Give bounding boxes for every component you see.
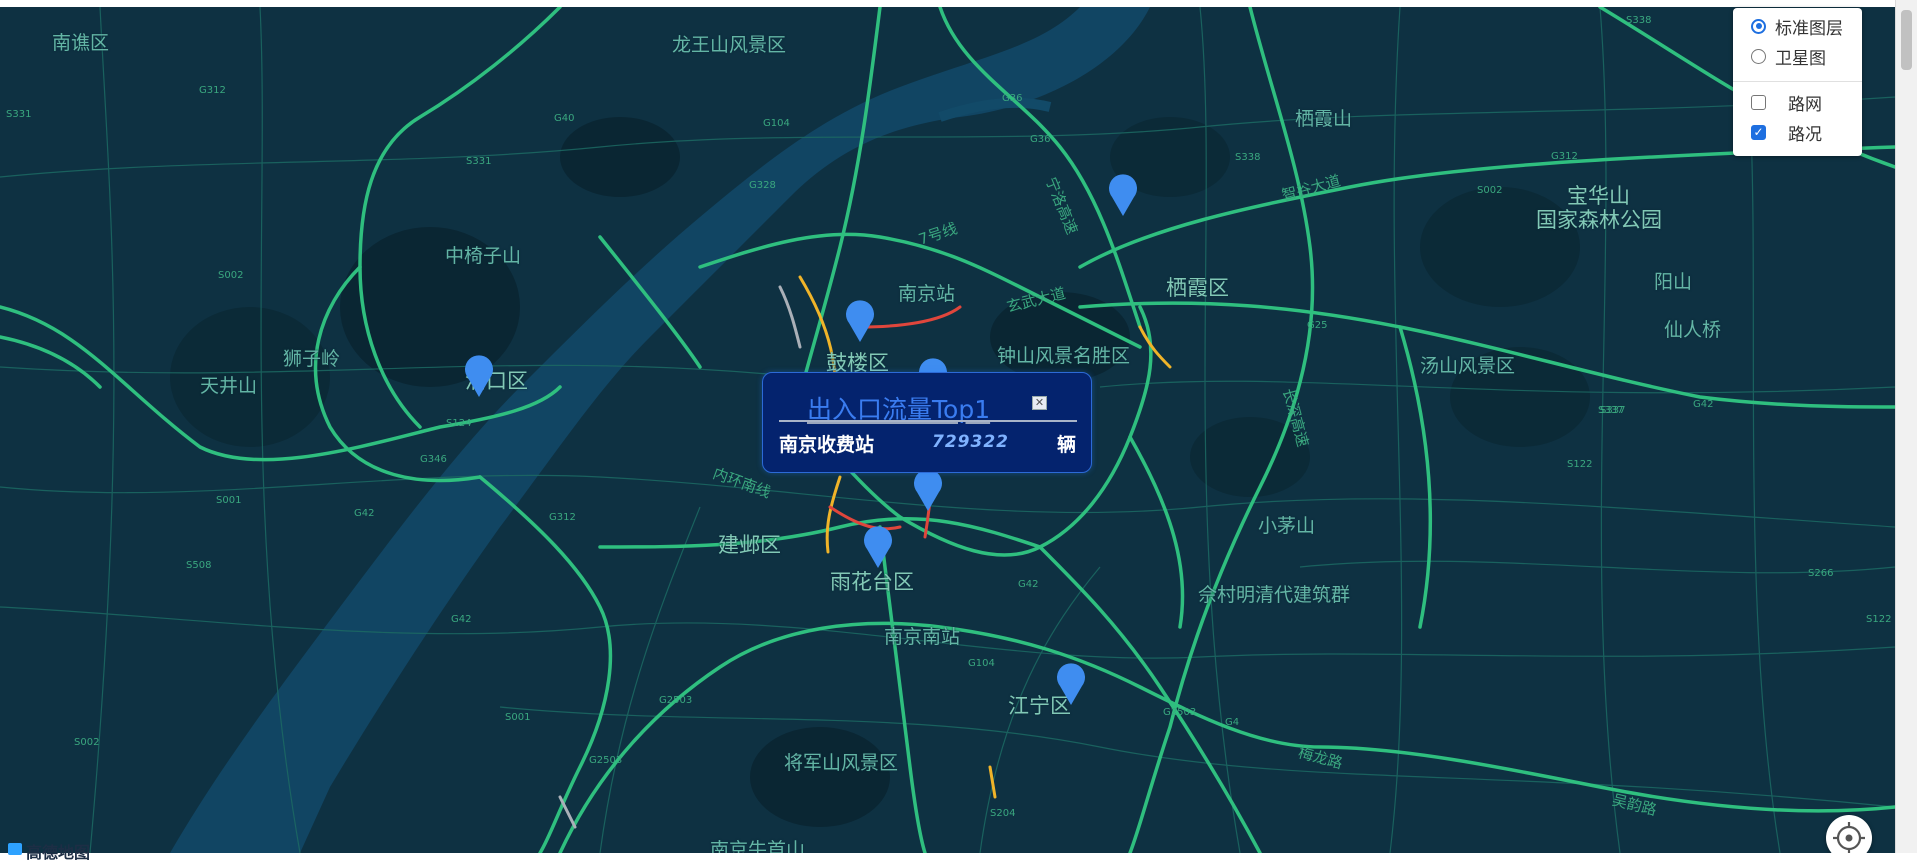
road-label: S331 [466,156,492,167]
road-label: S266 [1808,568,1834,579]
overlay-option-road-network[interactable]: 路网 [1751,90,1822,115]
road-label: G2503 [589,755,623,766]
place-label: 仙人桥 [1664,319,1722,341]
road-label: S337 [1600,405,1626,416]
road-label: G104 [968,658,995,669]
road-label: G328 [749,180,776,191]
road-network-checkbox[interactable] [1751,94,1766,110]
satellite-layer-radio[interactable] [1751,48,1766,64]
place-label: 狮子岭 [283,348,341,370]
road-label: S508 [186,560,212,571]
overlay-option-label: 路况 [1788,124,1822,145]
scrollbar-thumb[interactable] [1901,10,1912,70]
road-label: G42 [354,508,375,519]
road-label: G4 [1225,717,1240,728]
road-label: G25 [1307,320,1328,331]
station-marker[interactable] [1055,660,1087,706]
layer-option-label: 卫星图 [1775,48,1826,69]
road-label: S002 [1477,185,1503,196]
road-label: S331 [6,109,32,120]
road-label: S338 [1235,152,1261,163]
place-label: 南谯区 [52,32,110,54]
road-label: G36 [1002,93,1023,104]
place-label: 国家森林公园 [1536,208,1662,232]
place-label: 佘村明清代建筑群 [1198,584,1351,606]
place-label: 南京牛首山 [710,839,806,853]
layer-control: 标准图层 卫星图 路网 ✓ 路况 [1733,8,1862,156]
station-marker[interactable] [862,523,894,569]
close-icon[interactable]: ✕ [1032,396,1047,410]
station-marker[interactable] [463,352,495,398]
overlay-option-label: 路网 [1788,94,1822,115]
place-label: 栖霞区 [1166,276,1229,300]
traffic-unit: 辆 [1057,434,1077,456]
road-label: G312 [1551,151,1578,162]
overlay-option-traffic[interactable]: ✓ 路况 [1751,120,1822,145]
road-label: G40 [554,113,575,124]
locate-button[interactable] [1826,815,1872,853]
traffic-info-popup: 出入口流量Top1 ✕ 南京收费站 729322 辆 [762,372,1092,473]
map-canvas[interactable]: 南谯区 龙王山风景区 栖霞山 宝华山 国家森林公园 中椅子山 南京站 栖霞区 阳… [0,7,1895,853]
place-label: 中椅子山 [445,245,522,267]
layer-option-standard[interactable]: 标准图层 [1751,14,1843,39]
road-label: G36 [1030,134,1051,145]
vertical-scrollbar[interactable] [1895,0,1917,853]
amap-logo-text: 高德地图 [26,843,91,862]
layer-option-label: 标准图层 [1775,18,1843,39]
road-label: G312 [549,512,576,523]
place-label: 雨花台区 [830,570,914,594]
road-label: G346 [420,454,447,465]
place-label: 建邺区 [718,533,781,557]
road-label: G42 [1018,579,1039,590]
place-label: 南京南站 [884,626,961,648]
station-marker[interactable] [1107,171,1139,217]
crosshair-icon [1833,822,1865,853]
road-label: G42 [1693,399,1714,410]
road-label: G2503 [1163,707,1197,718]
place-label: 阳山 [1654,271,1693,293]
layer-divider [1733,81,1862,82]
place-label: 栖霞山 [1295,108,1353,130]
layer-option-satellite[interactable]: 卫星图 [1751,44,1826,69]
road-label: S122 [1567,459,1593,470]
standard-layer-radio[interactable] [1751,18,1766,34]
place-label: 小茅山 [1258,515,1316,537]
place-label: 南京站 [898,283,956,305]
place-label: 汤山风景区 [1420,355,1516,377]
traffic-checkbox[interactable]: ✓ [1751,124,1766,140]
station-name: 南京收费站 [779,434,875,456]
road-label: S002 [74,737,100,748]
road-label: S001 [216,495,242,506]
road-label: G42 [451,614,472,625]
road-label: S204 [990,808,1016,819]
road-label: S002 [218,270,244,281]
traffic-value: 729322 [932,432,1009,452]
station-marker[interactable] [844,297,876,343]
amap-logo-icon [8,843,22,855]
road-label: S122 [1866,614,1892,625]
place-label: 将军山风景区 [784,752,899,774]
road-label: G2503 [659,695,693,706]
popup-divider [779,420,1077,422]
road-label: S124 [446,418,472,429]
place-label: 龙王山风景区 [672,34,787,56]
place-label: 天井山 [200,375,258,397]
road-label: G312 [199,85,226,96]
place-label: 钟山风景名胜区 [997,345,1131,367]
top-edge [0,0,1895,7]
road-label: S338 [1626,15,1652,26]
road-label: G104 [763,118,790,129]
road-label: S001 [505,712,531,723]
